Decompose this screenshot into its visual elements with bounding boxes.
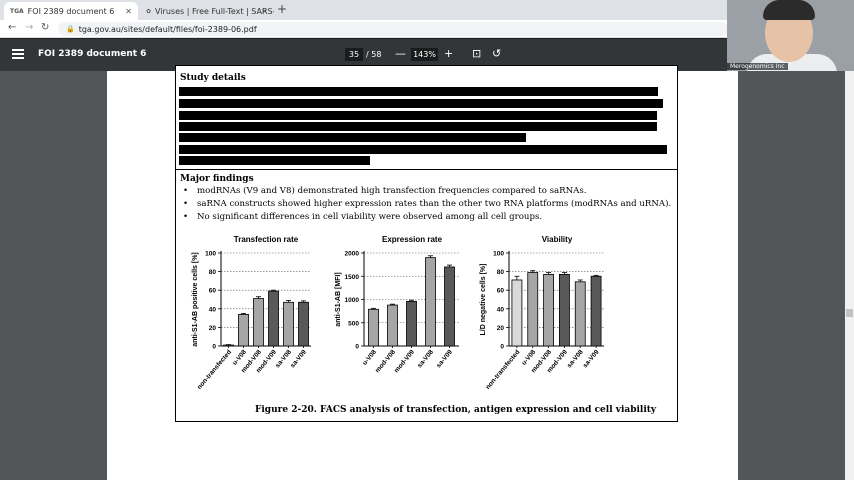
x-tick-label: u-V08 — [361, 348, 378, 366]
chart-2: Viability L/D negative cells [%] 0 20 40 60 80… — [480, 235, 604, 391]
y-tick-label: 80 — [497, 269, 505, 276]
bar — [543, 273, 554, 347]
bar — [387, 304, 398, 347]
y-tick-label: 20 — [209, 325, 217, 332]
bar — [590, 275, 602, 347]
bar — [253, 298, 264, 347]
x-tick-label: sa-V09 — [435, 348, 454, 369]
x-tick-label: sa-V09 — [582, 348, 601, 369]
bar — [559, 273, 570, 347]
y-tick-label: 20 — [497, 325, 505, 332]
bar — [511, 279, 523, 347]
bar — [268, 290, 279, 347]
bar — [238, 313, 249, 347]
bar — [223, 344, 234, 347]
y-tick-label: 100 — [205, 251, 216, 258]
chart-title: Expression rate — [382, 235, 443, 244]
y-tick-label: 0 — [355, 344, 359, 351]
y-tick-label: 0 — [500, 344, 504, 351]
y-tick-label: 60 — [209, 288, 217, 295]
bar — [368, 308, 379, 347]
y-tick-label: 500 — [348, 320, 359, 327]
bar — [406, 300, 417, 347]
y-tick-label: 40 — [497, 306, 505, 313]
chart-1: Expression rate anti-S1-AB [MFI] 0 500 1000 1… — [335, 235, 459, 374]
x-tick-label: mod-V09 — [393, 348, 416, 374]
bar — [425, 257, 436, 347]
bar — [527, 272, 539, 347]
x-tick-label: non-transfected — [485, 349, 522, 391]
y-axis-label: anti-S1-AB positive cells [%] — [192, 252, 199, 347]
y-tick-label: 80 — [209, 269, 217, 276]
x-tick-label: non-transfected — [196, 349, 233, 391]
y-tick-label: 2000 — [345, 251, 360, 258]
y-tick-label: 0 — [212, 344, 216, 351]
bar — [574, 281, 586, 347]
y-tick-label: 60 — [497, 288, 505, 295]
y-tick-label: 40 — [209, 306, 217, 313]
y-axis-label: L/D negative cells [%] — [480, 264, 487, 336]
y-tick-label: 1500 — [345, 274, 360, 281]
bar — [298, 301, 309, 347]
chart-0: Transfection rate anti-S1-AB positive cel… — [192, 235, 311, 391]
chart-title: Viability — [542, 235, 573, 244]
x-tick-label: sa-V09 — [289, 348, 308, 369]
bar — [283, 301, 294, 347]
y-tick-label: 1000 — [345, 297, 360, 304]
bar — [444, 266, 455, 347]
chart-title: Transfection rate — [234, 235, 299, 244]
y-tick-label: 100 — [493, 251, 504, 258]
y-axis-label: anti-S1-AB [MFI] — [335, 272, 342, 326]
x-tick-label: sa-V08 — [416, 348, 435, 369]
figure-caption: Figure 2-20. FACS analysis of transfecti… — [255, 405, 657, 415]
